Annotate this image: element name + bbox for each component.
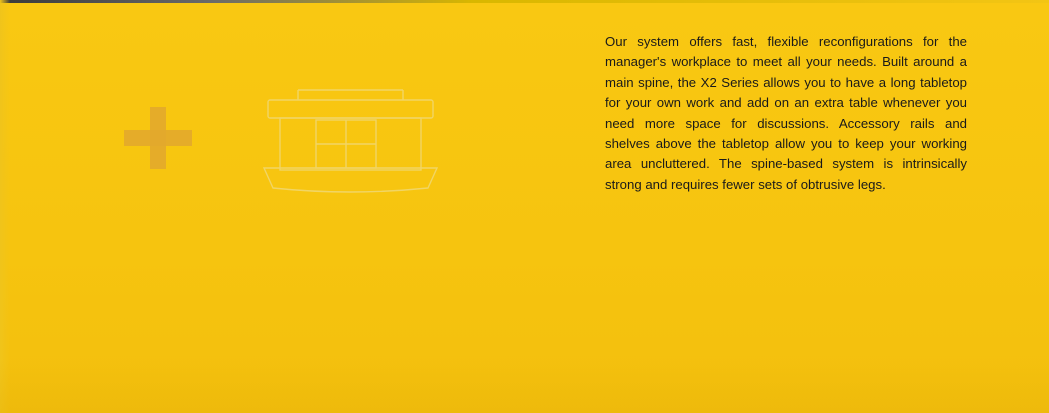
page: Our system offers fast, flexible reconfi…: [0, 0, 1049, 413]
desk-plan-diagram-icon: [262, 89, 439, 193]
left-edge-shade: [0, 0, 10, 413]
plus-vertical-bar: [150, 107, 166, 169]
bottom-shade: [0, 360, 1049, 413]
plus-icon: [124, 107, 192, 169]
description-paragraph: Our system offers fast, flexible reconfi…: [605, 34, 967, 192]
top-edge-strip: [0, 0, 1049, 3]
